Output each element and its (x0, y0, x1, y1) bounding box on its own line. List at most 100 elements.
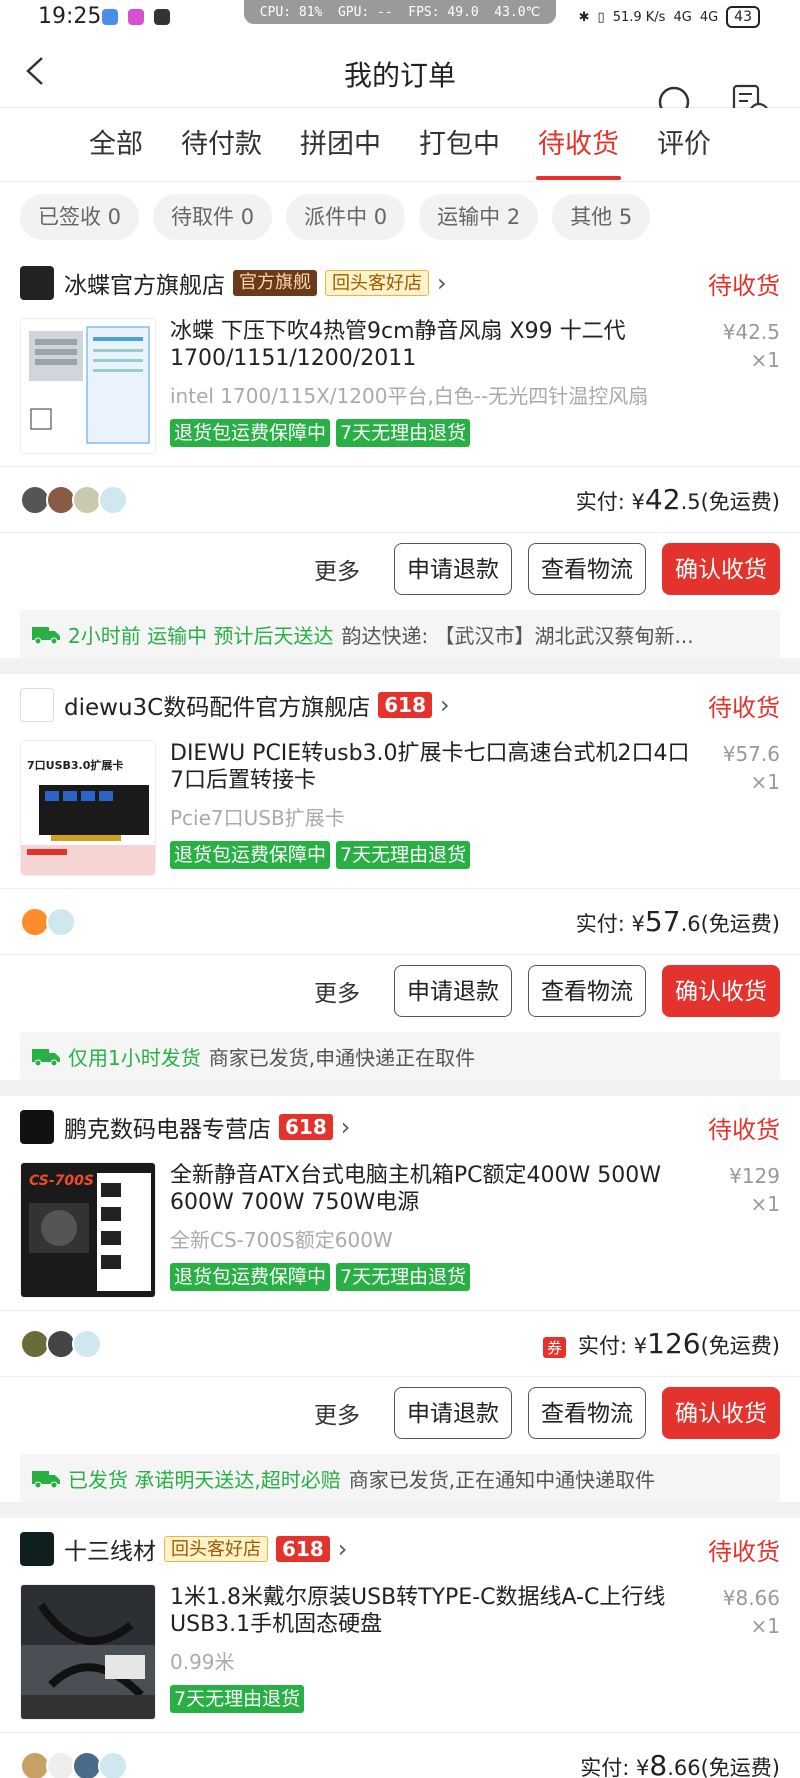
shipping-info[interactable]: 已发货 承诺明天送达,超时必赔 商家已发货,正在通知中通快递取件 (20, 1454, 780, 1502)
paid-int: 42 (644, 483, 681, 516)
currency: ¥ (631, 490, 645, 514)
paid-dec: .66 (667, 1756, 701, 1778)
tab-group-buy[interactable]: 拼团中 (298, 108, 383, 182)
item-price: ¥129 ×1 (729, 1162, 780, 1218)
currency: ¥ (636, 1756, 650, 1778)
order-status: 待收货 (708, 694, 780, 722)
notification-icons (102, 9, 170, 25)
shipping-status: 仅用1小时发货 (68, 1045, 201, 1070)
order-status: 待收货 (708, 272, 780, 300)
shop-name: 十三线材 (64, 1539, 156, 1565)
refund-button[interactable]: 申请退款 (394, 1386, 512, 1439)
product-name: DIEWU PCIE转usb3.0扩展卡七口高速台式机2口4口7口后置转接卡 (170, 741, 690, 793)
filter-chips: 已签收 0 待取件 0 派件中 0 运输中 2 其他 5 (0, 182, 800, 252)
paid-amount: 实付: ¥8.66(免运费) (580, 1749, 780, 1778)
paid-label: 实付: (575, 912, 632, 936)
order-item[interactable]: 1米1.8米戴尔原装USB转TYPE-C数据线A-C上行线USB3.1手机固态硬… (0, 1580, 800, 1732)
track-button[interactable]: 查看物流 (528, 1386, 646, 1439)
tab-all[interactable]: 全部 (87, 108, 145, 182)
promo-618-tag: 618 (378, 692, 432, 718)
quantity: ×1 (750, 770, 780, 794)
chip-signed[interactable]: 已签收 0 (20, 194, 140, 240)
order-card: 鹏克数码电器专营店 618 › 待收货 CS-700S 全新静音ATX台式电脑主… (0, 1096, 800, 1502)
confirm-receipt-button[interactable]: 确认收货 (662, 964, 780, 1017)
price-dec: .5 (760, 320, 780, 344)
product-spec: 全新CS-700S额定600W (170, 1228, 393, 1252)
service-badge: 7天无理由退货 (170, 1685, 305, 1713)
official-tag: 官方旗舰 (233, 270, 317, 296)
confirm-receipt-button[interactable]: 确认收货 (662, 542, 780, 595)
price-int: ¥8 (722, 1586, 749, 1610)
refund-button[interactable]: 申请退款 (394, 542, 512, 595)
service-badge: 7天无理由退货 (336, 1263, 471, 1291)
paid-label: 实付: (580, 1756, 636, 1778)
summary-row: 实付: ¥8.66(免运费) (0, 1732, 800, 1778)
chip-in-transit[interactable]: 运输中 2 (419, 194, 539, 240)
shop-header[interactable]: 十三线材 回头客好店 618 › 待收货 (0, 1518, 800, 1580)
product-name: 冰蝶 下压下吹4热管9cm静音风扇 X99 十二代1700/1151/1200/… (170, 319, 626, 371)
repeat-customer-tag: 回头客好店 (325, 270, 429, 296)
shipping-note: (免运费) (700, 490, 780, 514)
confirm-receipt-button[interactable]: 确认收货 (662, 1386, 780, 1439)
truck-icon (32, 1049, 60, 1066)
shop-header[interactable]: 冰蝶官方旗舰店 官方旗舰 回头客好店 › 待收货 (0, 252, 800, 314)
product-thumbnail[interactable]: 7口USB3.0扩展卡 (20, 740, 156, 876)
shop-name: 鹏克数码电器专营店 (64, 1117, 271, 1143)
more-button[interactable]: 更多 (314, 974, 360, 1008)
chip-delivering[interactable]: 派件中 0 (286, 194, 406, 240)
service-badge: 7天无理由退货 (336, 841, 471, 869)
more-button[interactable]: 更多 (314, 1396, 360, 1430)
signal-icon: 4G (699, 9, 719, 25)
track-button[interactable]: 查看物流 (528, 542, 646, 595)
chip-pickup[interactable]: 待取件 0 (153, 194, 273, 240)
paid-label: 实付: (578, 1334, 634, 1358)
buyer-avatars (20, 484, 128, 515)
price-int: ¥57 (722, 742, 761, 766)
shop-header[interactable]: 鹏克数码电器专营店 618 › 待收货 (0, 1096, 800, 1158)
shipping-note: (免运费) (700, 1334, 780, 1358)
tab-to-receive[interactable]: 待收货 (536, 108, 621, 182)
summary-row: 券实付: ¥126(免运费) (0, 1310, 800, 1376)
tab-packing[interactable]: 打包中 (417, 108, 502, 182)
order-card: diewu3C数码配件官方旗舰店 618 › 待收货 7口USB3.0扩展卡 D… (0, 674, 800, 1080)
chip-other[interactable]: 其他 5 (552, 194, 651, 240)
promo-618-tag: 618 (276, 1536, 330, 1562)
status-bar: 19:25 CPU: 81% GPU: -- FPS: 49.0 43.0℃ ✱… (0, 0, 800, 34)
product-thumbnail[interactable] (20, 318, 156, 454)
paid-label: 实付: (575, 490, 632, 514)
paid-amount: 券实付: ¥126(免运费) (543, 1327, 780, 1360)
order-item[interactable]: 冰蝶 下压下吹4热管9cm静音风扇 X99 十二代1700/1151/1200/… (0, 314, 800, 466)
product-thumbnail[interactable]: CS-700S (20, 1162, 156, 1298)
tab-review[interactable]: 评价 (655, 108, 713, 182)
shipping-info[interactable]: 2小时前 运输中 预计后天送达 韵达快递: 【武汉市】湖北武汉蔡甸新... (20, 610, 780, 658)
product-thumbnail[interactable] (20, 1584, 156, 1720)
temp-readout: 43.0℃ (494, 4, 541, 20)
service-badge: 退货包运费保障中 (170, 841, 331, 869)
track-button[interactable]: 查看物流 (528, 964, 646, 1017)
repeat-customer-tag: 回头客好店 (164, 1536, 268, 1562)
promo-618-tag: 618 (279, 1114, 333, 1140)
more-button[interactable]: 更多 (314, 552, 360, 586)
app-icon (128, 9, 144, 25)
shipping-note: (免运费) (700, 1756, 780, 1778)
bluetooth-icon: ✱ (578, 9, 590, 25)
shipping-info[interactable]: 仅用1小时发货 商家已发货,申通快递正在取件 (20, 1032, 780, 1080)
order-item[interactable]: CS-700S 全新静音ATX台式电脑主机箱PC额定400W 500W 600W… (0, 1158, 800, 1310)
chevron-right-icon: › (437, 269, 447, 297)
battery-icon: 43 (726, 6, 760, 28)
order-status: 待收货 (708, 1538, 780, 1566)
refund-button[interactable]: 申请退款 (394, 964, 512, 1017)
order-item[interactable]: 7口USB3.0扩展卡 DIEWU PCIE转usb3.0扩展卡七口高速台式机2… (0, 736, 800, 888)
vibrate-icon: ▯ (597, 9, 605, 25)
tab-pending-payment[interactable]: 待付款 (179, 108, 264, 182)
shop-header[interactable]: diewu3C数码配件官方旗舰店 618 › 待收货 (0, 674, 800, 736)
shipping-detail: 商家已发货,申通快递正在取件 (208, 1045, 476, 1070)
order-card: 冰蝶官方旗舰店 官方旗舰 回头客好店 › 待收货 冰蝶 下压下吹4热管9cm静音… (0, 252, 800, 658)
fps-readout: FPS: 49.0 (408, 4, 479, 20)
chevron-right-icon: › (337, 1535, 348, 1563)
service-badge: 退货包运费保障中 (170, 419, 331, 447)
chevron-right-icon: › (340, 1113, 351, 1141)
avatar (98, 484, 128, 515)
coupon-icon: 券 (543, 1336, 567, 1358)
paid-int: 8 (649, 1749, 668, 1778)
